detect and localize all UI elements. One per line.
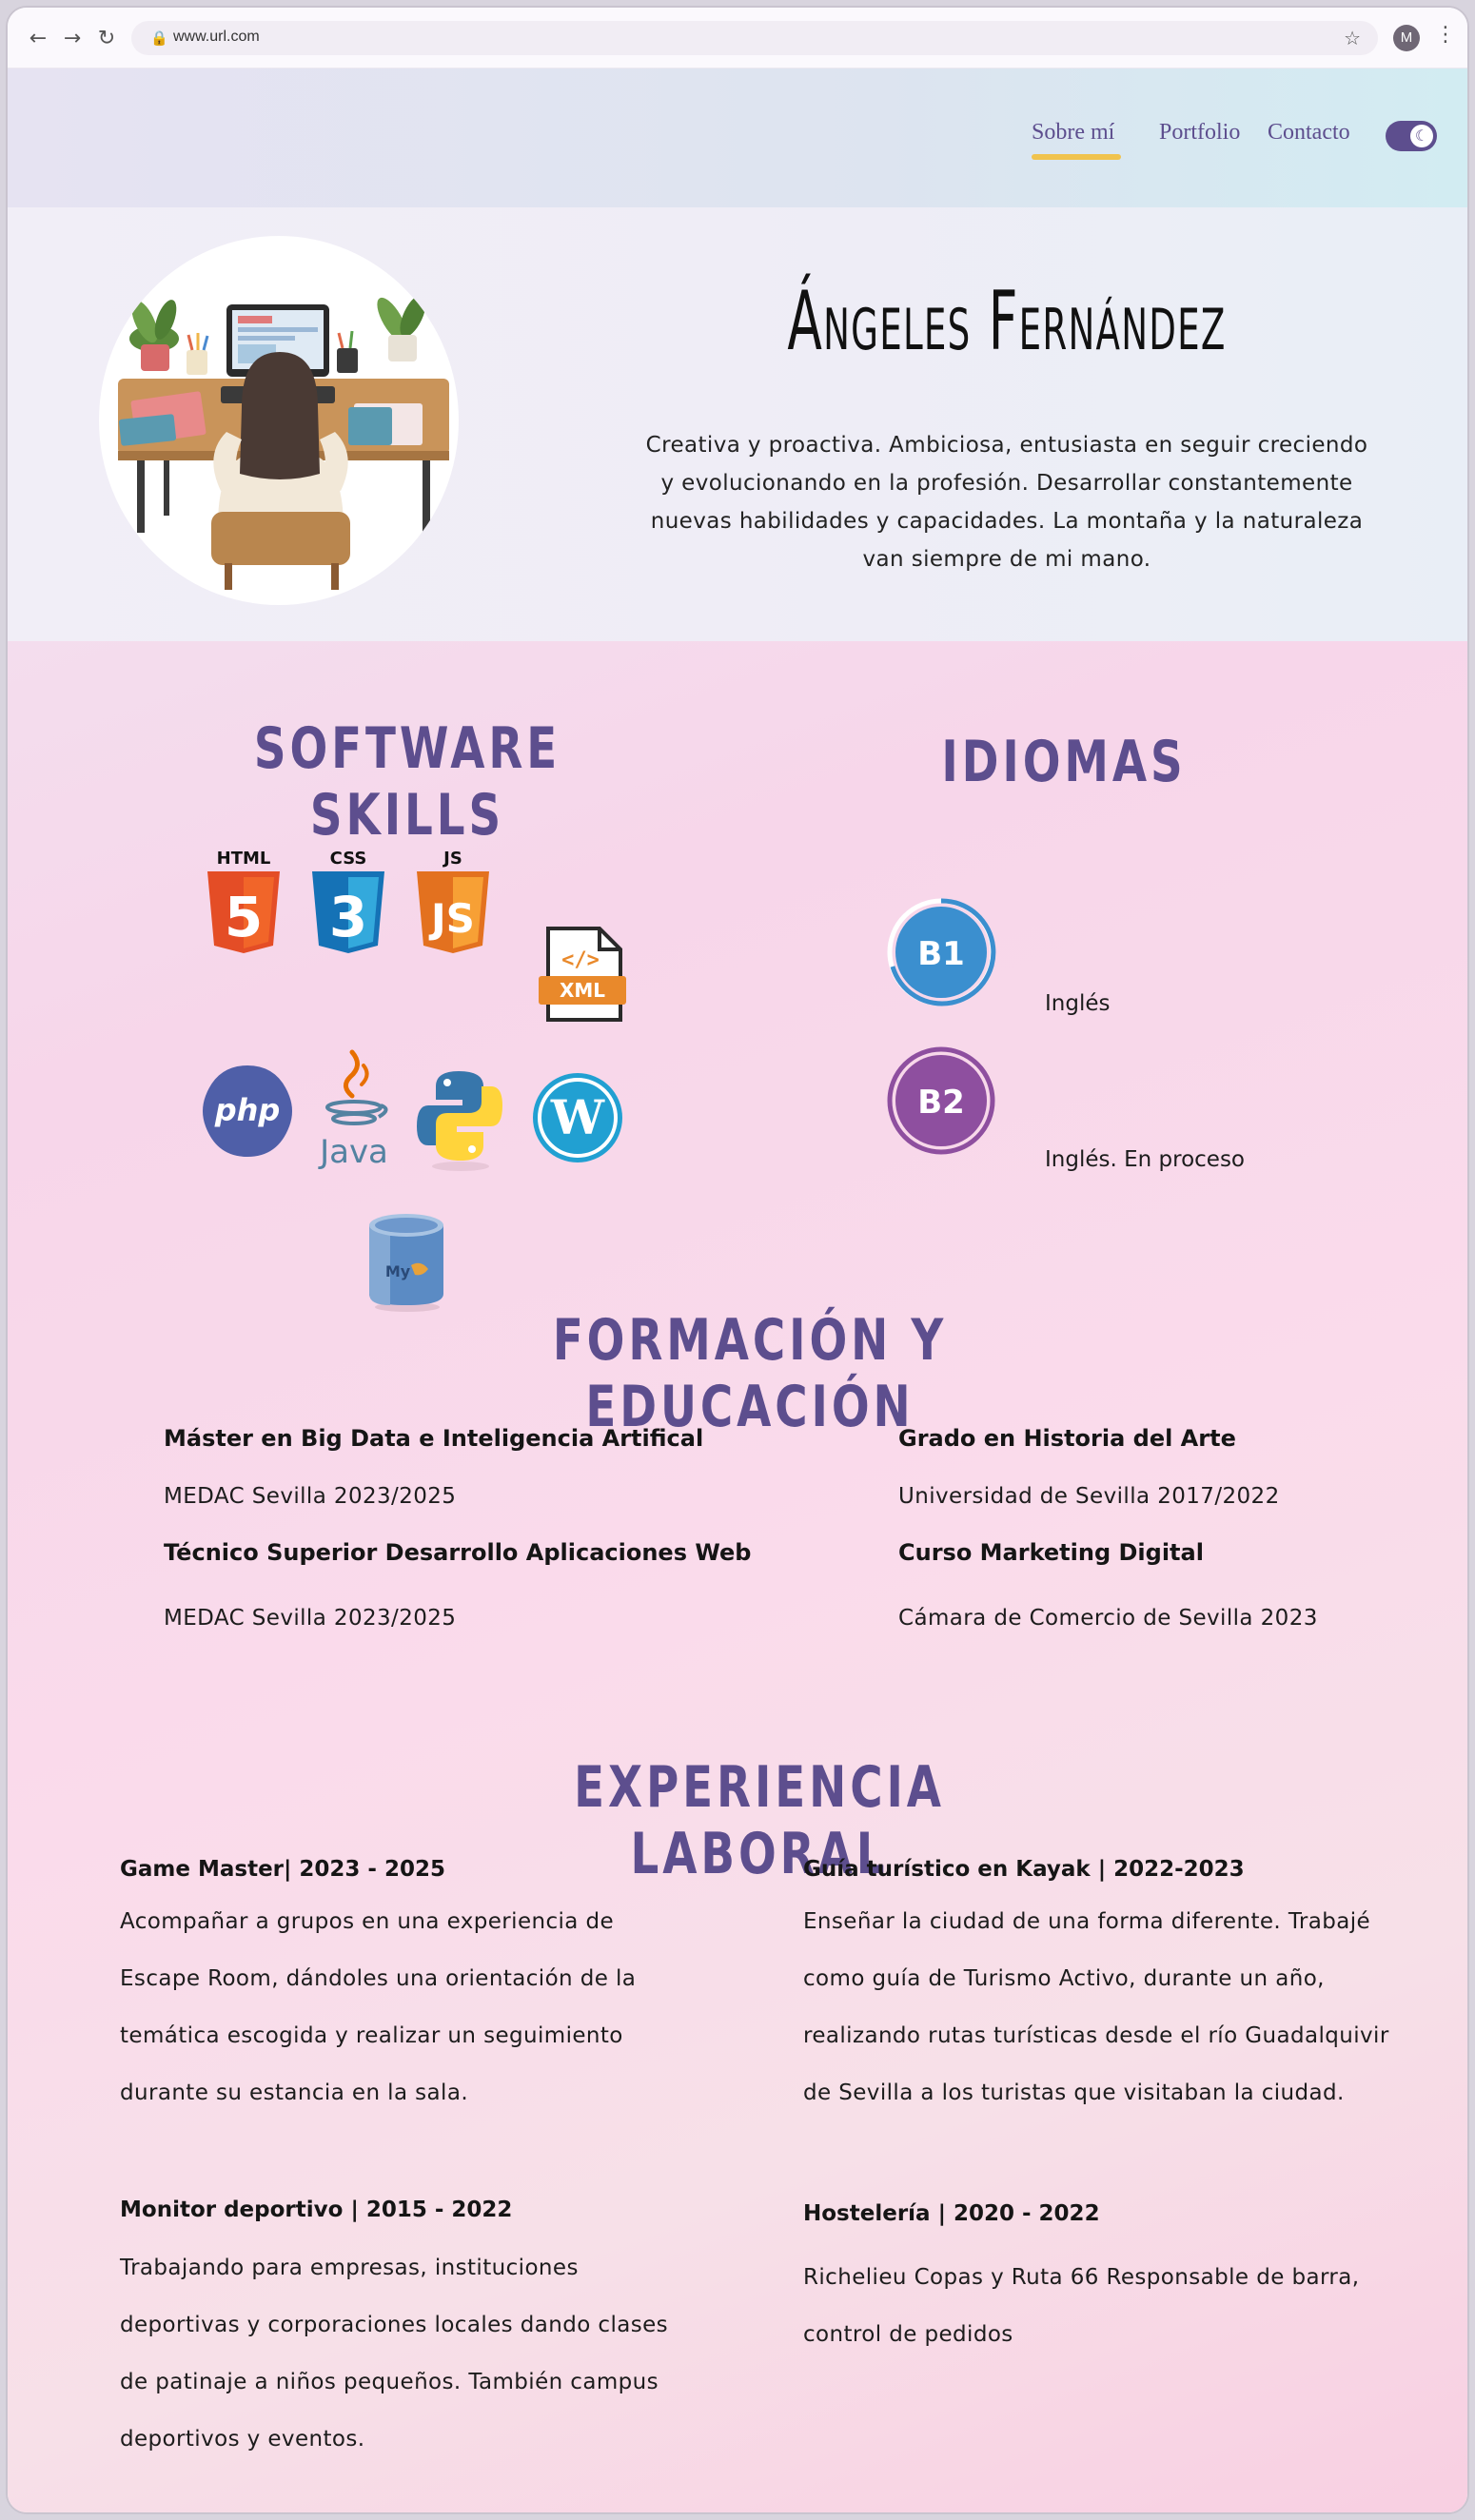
job-description: Richelieu Copas y Ruta 66 Responsable de… <box>803 2265 1360 2347</box>
css3-label: CSS <box>330 849 367 869</box>
browser-toolbar: ← → ↻ 🔒 www.url.com ☆ M ⋮ <box>8 8 1467 68</box>
education-title: Curso Marketing Digital <box>898 1539 1204 1566</box>
skills-heading: SOFTWARE SKILLS <box>253 715 561 849</box>
site-header: Sobre mí Portfolio Contacto ☾ <box>8 68 1467 207</box>
education-title: Máster en Big Data e Inteligencia Artifi… <box>164 1425 704 1452</box>
svg-text:5: 5 <box>225 885 263 949</box>
moon-icon: ☾ <box>1410 125 1433 147</box>
page-title: Ángeles Fernández <box>787 274 1227 369</box>
profile-avatar[interactable]: M <box>1393 25 1420 51</box>
hero-section: Ángeles Fernández Creativa y proactiva. … <box>8 207 1467 641</box>
javascript-icon: JS JS <box>413 847 493 953</box>
address-bar[interactable]: 🔒 www.url.com ☆ <box>131 21 1378 55</box>
theme-toggle[interactable]: ☾ <box>1386 121 1437 151</box>
svg-text:W: W <box>550 1089 605 1145</box>
education-place: MEDAC Sevilla 2023/2025 <box>164 1484 457 1509</box>
education-place: Cámara de Comercio de Sevilla 2023 <box>898 1606 1318 1631</box>
java-icon: Java <box>314 1048 396 1172</box>
url-text[interactable]: www.url.com <box>173 29 260 46</box>
education-heading: FORMACIÓN Y EDUCACIÓN <box>552 1307 948 1440</box>
python-icon <box>415 1067 504 1172</box>
job-title: Monitor deportivo | 2015 - 2022 <box>120 2198 513 2222</box>
job-description: Enseñar la ciudad de una forma diferente… <box>803 1909 1389 2105</box>
hero-bio: Creativa y proactiva. Ambiciosa, entusia… <box>645 433 1368 572</box>
svg-text:</>: </> <box>561 948 600 972</box>
java-label: Java <box>318 1133 388 1171</box>
svg-text:JS: JS <box>428 895 475 942</box>
education-title: Grado en Historia del Arte <box>898 1425 1236 1452</box>
forward-arrow-icon[interactable]: → <box>57 23 88 53</box>
workspace-illustration <box>99 236 459 605</box>
job-description: Trabajando para empresas, instituciones … <box>120 2256 669 2452</box>
lock-icon: 🔒 <box>150 29 168 47</box>
mysql-icon: My <box>362 1210 451 1313</box>
browser-menu-icon[interactable]: ⋮ <box>1435 23 1456 47</box>
language-name-b1: Inglés <box>1045 991 1111 1016</box>
nav-link-portfolio[interactable]: Portfolio <box>1159 120 1240 146</box>
back-arrow-icon[interactable]: ← <box>23 23 53 53</box>
page-content: Sobre mí Portfolio Contacto ☾ Ángeles Fe… <box>8 68 1467 2512</box>
language-level-b1: B1 <box>917 935 965 973</box>
svg-text:3: 3 <box>329 885 367 949</box>
php-icon: php <box>200 1064 295 1159</box>
education-title: Técnico Superior Desarrollo Aplicaciones… <box>164 1539 752 1566</box>
language-badge-b1: B1 <box>885 896 997 1008</box>
wordpress-icon: W <box>531 1071 624 1164</box>
nav-link-sobre-mi[interactable]: Sobre mí <box>1032 120 1114 146</box>
mysql-label: My <box>385 1262 411 1280</box>
education-place: Universidad de Sevilla 2017/2022 <box>898 1484 1280 1509</box>
xml-file-icon: </> XML <box>537 925 628 1024</box>
bookmark-star-icon[interactable]: ☆ <box>1344 27 1361 49</box>
reload-icon[interactable]: ↻ <box>91 23 122 53</box>
html5-label: HTML <box>217 849 271 869</box>
language-level-b2: B2 <box>917 1084 965 1122</box>
language-name-b2: Inglés. En proceso <box>1045 1147 1245 1172</box>
job-title: Hostelería | 2020 - 2022 <box>803 2201 1100 2226</box>
languages-heading: IDIOMAS <box>941 729 1187 795</box>
nav-link-contacto[interactable]: Contacto <box>1268 120 1350 146</box>
language-badge-b2: B2 <box>885 1045 997 1157</box>
job-description: Acompañar a grupos en una experiencia de… <box>120 1909 637 2105</box>
browser-window: ← → ↻ 🔒 www.url.com ☆ M ⋮ Sobre mí Portf… <box>6 6 1469 2514</box>
xml-label: XML <box>560 979 605 1002</box>
job-title: Guía turístico en Kayak | 2022-2023 <box>803 1857 1245 1882</box>
html5-icon: HTML 5 <box>204 847 284 953</box>
nav-active-indicator <box>1032 154 1121 160</box>
job-title: Game Master| 2023 - 2025 <box>120 1857 446 1882</box>
education-place: MEDAC Sevilla 2023/2025 <box>164 1606 457 1631</box>
php-label: php <box>214 1092 281 1128</box>
css3-icon: CSS 3 <box>308 847 388 953</box>
javascript-label: JS <box>442 849 462 869</box>
